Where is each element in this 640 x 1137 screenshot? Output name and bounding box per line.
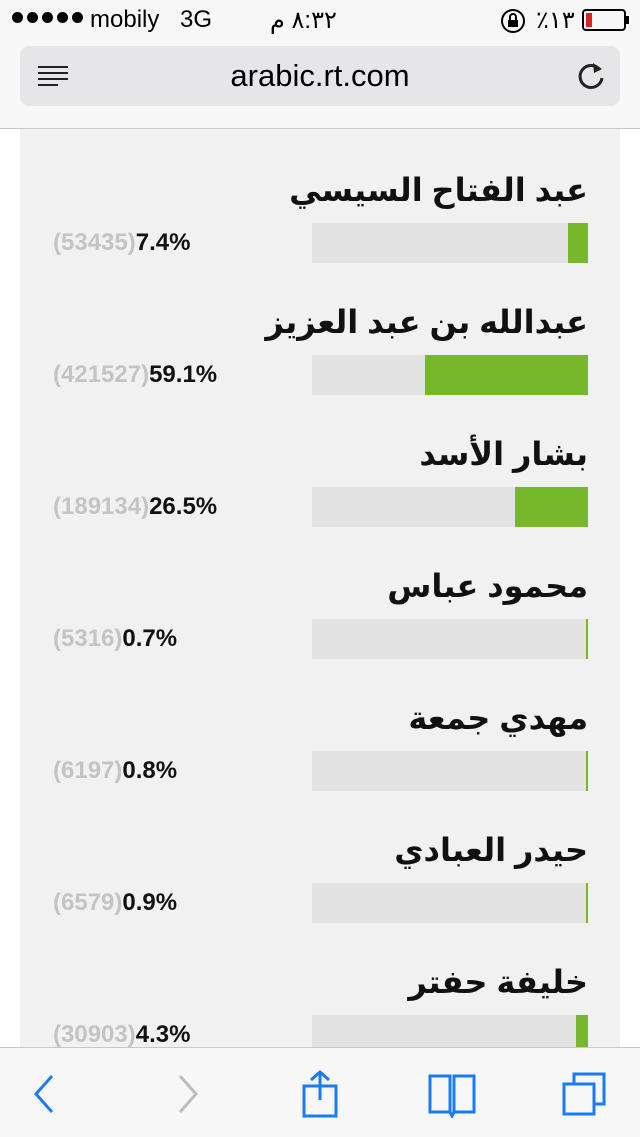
result-stats: (6197)0.8% [53, 757, 177, 785]
candidate-name: بشار الأسد [419, 436, 588, 472]
signal-strength-icon [12, 12, 83, 23]
vote-count: (5316) [53, 625, 123, 652]
vote-percent: 7.4% [135, 229, 191, 256]
vote-count: (53435) [53, 229, 136, 256]
result-bar-fill [425, 355, 588, 395]
vote-count: (6197) [53, 757, 123, 784]
result-bar [312, 883, 588, 923]
candidate-name: حيدر العبادي [394, 832, 588, 868]
vote-count: (30903) [53, 1021, 136, 1047]
address-bar[interactable]: arabic.rt.com [20, 46, 620, 106]
battery-percent: ٪١٣ [536, 7, 575, 34]
share-icon[interactable] [296, 1070, 344, 1118]
result-bar-fill [568, 223, 588, 263]
result-bar-fill [586, 751, 588, 791]
result-stats: (6579)0.9% [53, 889, 177, 917]
status-time: ٨:٣٢ م [270, 7, 337, 34]
vote-percent: 0.8% [122, 757, 178, 784]
result-bar [312, 619, 588, 659]
vote-percent: 59.1% [149, 361, 218, 388]
tabs-icon[interactable] [560, 1070, 608, 1118]
vote-percent: 0.7% [122, 625, 178, 652]
carrier-name: mobily [90, 6, 160, 33]
forward-icon[interactable] [162, 1070, 210, 1118]
network-type: 3G [180, 6, 213, 33]
result-bar [312, 223, 588, 263]
result-stats: (189134)26.5% [53, 493, 217, 521]
bookmarks-icon[interactable] [428, 1070, 476, 1118]
poll-entry: بشار الأسد (189134)26.5% [20, 393, 620, 527]
result-bar-fill [576, 1015, 588, 1047]
reload-icon[interactable] [576, 60, 606, 92]
vote-percent: 0.9% [122, 889, 178, 916]
result-bar-fill [586, 883, 588, 923]
candidate-name: عبد الفتاح السيسي [289, 172, 588, 208]
vote-count: (6579) [53, 889, 123, 916]
result-stats: (421527)59.1% [53, 361, 217, 389]
vote-count: (189134) [53, 493, 150, 520]
result-stats: (5316)0.7% [53, 625, 177, 653]
poll-entry: محمود عباس (5316)0.7% [20, 525, 620, 659]
url-text[interactable]: arabic.rt.com [20, 58, 620, 94]
vote-count: (421527) [53, 361, 150, 388]
browser-toolbar [0, 1047, 640, 1137]
poll-entry: مهدي جمعة (6197)0.8% [20, 657, 620, 791]
vote-percent: 26.5% [149, 493, 218, 520]
candidate-name: محمود عباس [387, 568, 588, 604]
poll-results-panel: عبد الفتاح السيسي (53435)7.4% عبدالله بن… [20, 129, 620, 1047]
candidate-name: عبدالله بن عبد العزيز [265, 304, 588, 340]
candidate-name: مهدي جمعة [408, 700, 588, 736]
result-bar [312, 751, 588, 791]
result-bar-fill [586, 619, 588, 659]
poll-entry: عبدالله بن عبد العزيز (421527)59.1% [20, 261, 620, 395]
result-bar-fill [515, 487, 588, 527]
battery-icon [582, 9, 629, 31]
result-bar [312, 1015, 588, 1047]
orientation-lock-icon [501, 9, 525, 33]
browser-address-area: arabic.rt.com [0, 40, 640, 129]
result-bar [312, 487, 588, 527]
result-stats: (30903)4.3% [53, 1021, 190, 1047]
candidate-name: خليفة حفتر [408, 964, 588, 1000]
status-bar: mobily 3G ٨:٣٢ م ٪١٣ [0, 0, 640, 40]
result-bar [312, 355, 588, 395]
result-stats: (53435)7.4% [53, 229, 190, 257]
back-icon[interactable] [22, 1070, 70, 1118]
page-content[interactable]: عبد الفتاح السيسي (53435)7.4% عبدالله بن… [0, 129, 640, 1047]
vote-percent: 4.3% [135, 1021, 191, 1047]
poll-entry: عبد الفتاح السيسي (53435)7.4% [20, 129, 620, 263]
poll-entry: خليفة حفتر (30903)4.3% [20, 921, 620, 1047]
poll-entry: حيدر العبادي (6579)0.9% [20, 789, 620, 923]
